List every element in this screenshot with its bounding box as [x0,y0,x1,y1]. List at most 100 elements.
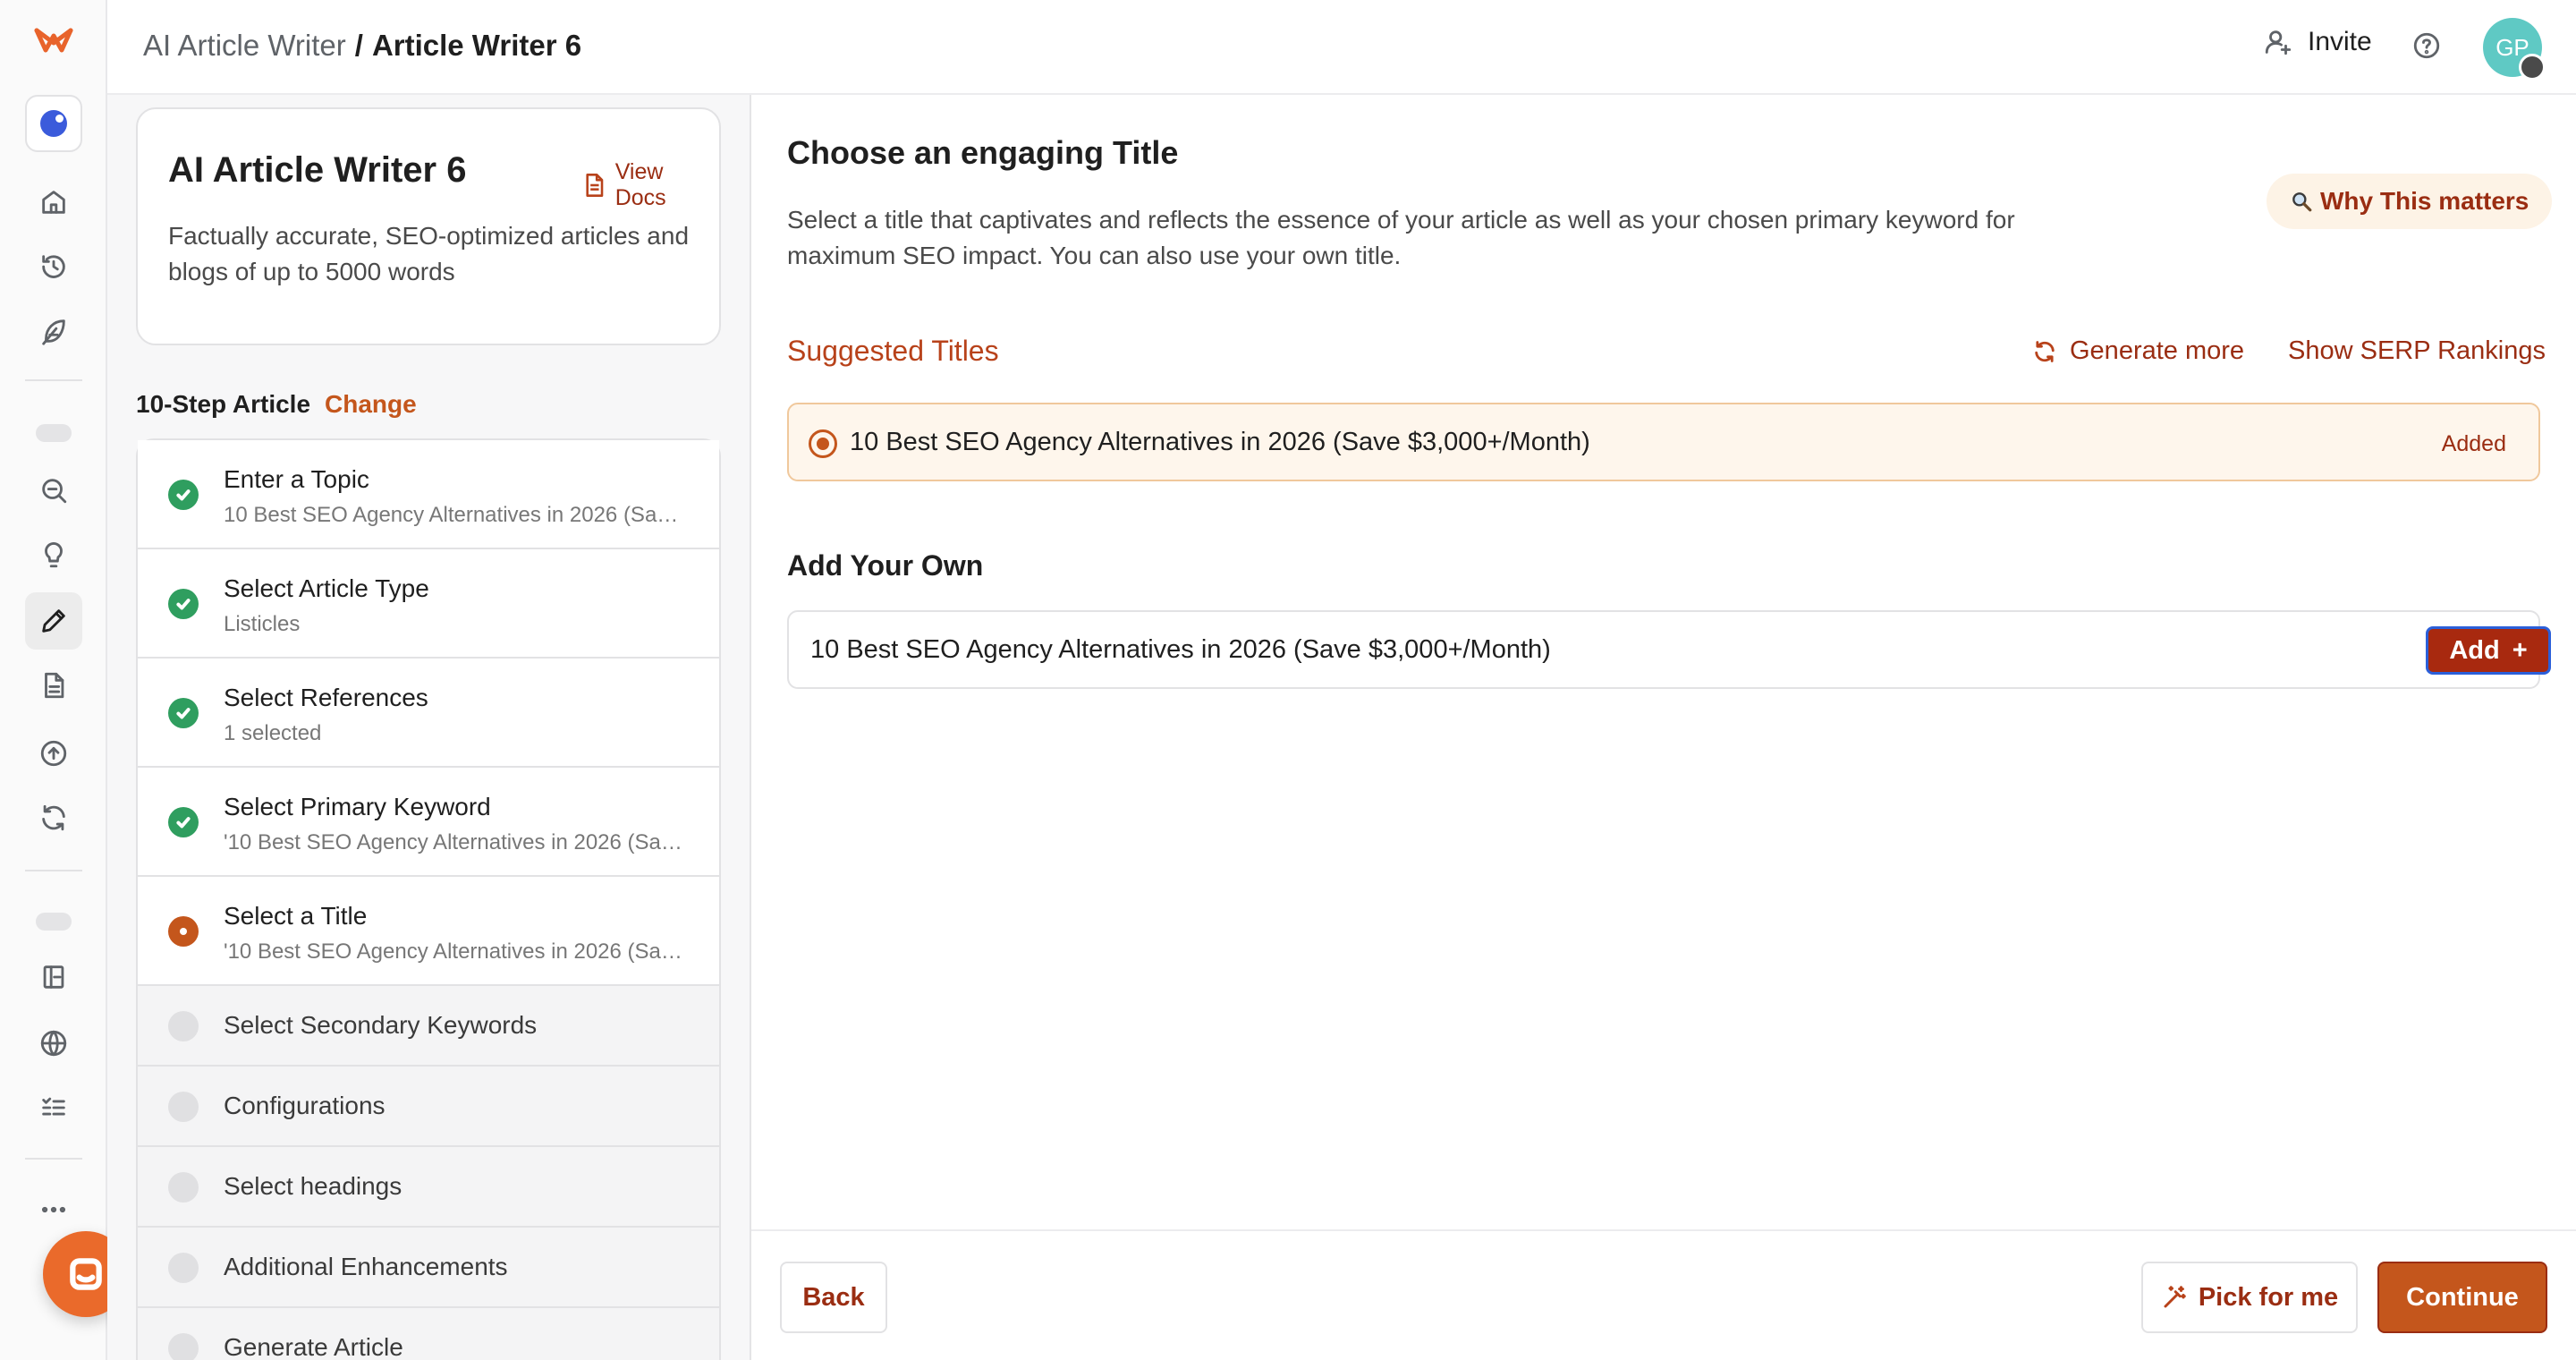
tool-card: AI Article Writer 6 View Docs Factually … [136,107,721,345]
nav-tasks[interactable] [25,1079,82,1136]
view-docs-label: View Docs [614,159,666,210]
custom-title-input[interactable]: 10 Best SEO Agency Alternatives in 2026 … [787,610,2551,689]
breadcrumb: AI Article Writer / Article Writer 6 [143,29,581,63]
globe-icon [40,1030,67,1057]
suggested-title-text: 10 Best SEO Agency Alternatives in 2026 … [850,428,1590,456]
step-complete-icon [168,698,199,728]
step-summary: Listicles [224,612,301,636]
brand-logo-icon[interactable] [34,27,73,54]
history-icon [42,255,65,278]
rail-section-pill [36,913,72,931]
nav-more[interactable] [25,1181,82,1238]
help-icon [2413,32,2440,59]
title-step-content: Choose an engaging Title Select a title … [751,95,2576,1360]
refresh-icon [42,804,65,831]
nav-sites[interactable] [25,1015,82,1072]
feather-icon [42,319,65,345]
step-label: Select headings [224,1172,402,1200]
step-current-icon [168,916,199,947]
step-summary: 10 Best SEO Agency Alternatives in 2026 … [224,503,689,527]
nav-feather[interactable] [25,302,82,360]
step-select-headings: Select headings [138,1147,719,1228]
step-label: Select a Title [224,902,368,930]
nav-home[interactable] [25,174,82,231]
nav-history[interactable] [25,238,82,295]
avatar[interactable]: GP [2483,18,2546,81]
document-icon [45,672,64,699]
add-title-button[interactable]: Add + [2426,626,2551,675]
step-complete-icon [168,807,199,837]
step-select-title[interactable]: Select a Title '10 Best SEO Agency Alter… [138,877,719,986]
step-complete-icon [168,589,199,619]
rail-divider [25,379,82,381]
breadcrumb-separator: / [354,29,363,62]
workspace-button[interactable] [25,95,82,152]
suggested-title-option[interactable]: 10 Best SEO Agency Alternatives in 2026 … [787,403,2540,481]
nav-writer[interactable] [25,592,82,650]
book-icon [43,965,64,989]
title-radio-selected[interactable] [809,429,837,458]
tool-title: AI Article Writer 6 [168,150,467,190]
step-summary: '10 Best SEO Agency Alternatives in 2026… [224,939,689,964]
step-label: Configurations [224,1092,386,1119]
continue-button[interactable]: Continue [2377,1262,2547,1333]
custom-title-value: 10 Best SEO Agency Alternatives in 2026 … [810,635,1551,664]
generate-more-button[interactable]: Generate more [2032,336,2244,366]
view-docs-link[interactable]: View Docs [583,159,719,211]
add-user-icon [2265,30,2292,55]
nav-publish[interactable] [25,725,82,782]
step-enter-topic[interactable]: Enter a Topic 10 Best SEO Agency Alterna… [138,440,719,549]
plus-icon: + [2512,635,2528,665]
page-description: Select a title that captivates and refle… [787,206,2015,269]
step-label: Enter a Topic [224,465,369,493]
added-badge: Added [2441,431,2506,456]
chat-icon [70,1258,102,1290]
nav-refresh[interactable] [25,789,82,846]
nav-documents[interactable] [25,657,82,714]
steps-header: 10-Step Article Change [136,390,417,419]
breadcrumb-parent[interactable]: AI Article Writer [143,29,346,63]
back-button[interactable]: Back [780,1262,887,1333]
nav-search[interactable] [25,462,82,519]
home-icon [42,191,65,214]
avatar-photo [2519,54,2546,81]
nav-library[interactable] [25,948,82,1006]
add-label: Add [2449,635,2500,665]
step-generate-article: Generate Article [138,1308,719,1360]
document-icon [586,174,604,197]
step-pending-icon [168,1092,199,1122]
magnifier-icon [2292,192,2312,212]
step-pending-icon [168,1011,199,1041]
pick-for-me-button[interactable]: Pick for me [2141,1262,2358,1333]
page-title: Choose an engaging Title [787,134,1179,171]
step-summary: '10 Best SEO Agency Alternatives in 2026… [224,830,689,854]
more-icon [41,1206,66,1213]
pick-for-me-label: Pick for me [2198,1282,2339,1312]
steps-panel: AI Article Writer 6 View Docs Factually … [107,95,751,1360]
suggested-titles-heading: Suggested Titles [787,335,999,367]
step-label: Select Secondary Keywords [224,1011,538,1039]
refresh-icon [2035,340,2055,362]
step-select-article-type[interactable]: Select Article Type Listicles [138,549,719,659]
rail-divider [25,870,82,871]
add-your-own-heading: Add Your Own [787,549,984,582]
icon-rail [0,0,129,1360]
help-button[interactable] [2411,30,2442,61]
generate-more-label: Generate more [2070,336,2245,365]
invite-button[interactable]: Invite [2263,27,2372,57]
rail-divider [25,1158,82,1160]
rail-section-pill [36,424,72,442]
step-label: Select Primary Keyword [224,793,491,820]
action-footer: Back Pick for me Continue [751,1229,2576,1360]
why-this-matters-label: Why This matters [2320,187,2529,215]
nav-ideas[interactable] [25,526,82,583]
change-article-type-link[interactable]: Change [325,390,417,419]
lightbulb-icon [45,542,63,568]
step-select-secondary-keywords: Select Secondary Keywords [138,986,719,1067]
why-this-matters-button[interactable]: Why This matters [2267,174,2553,229]
step-select-references[interactable]: Select References 1 selected [138,659,719,768]
show-serp-rankings-button[interactable]: Show SERP Rankings [2288,336,2546,366]
step-label: Select References [224,684,428,711]
step-select-primary-keyword[interactable]: Select Primary Keyword '10 Best SEO Agen… [138,768,719,877]
step-label: Select Article Type [224,574,429,602]
